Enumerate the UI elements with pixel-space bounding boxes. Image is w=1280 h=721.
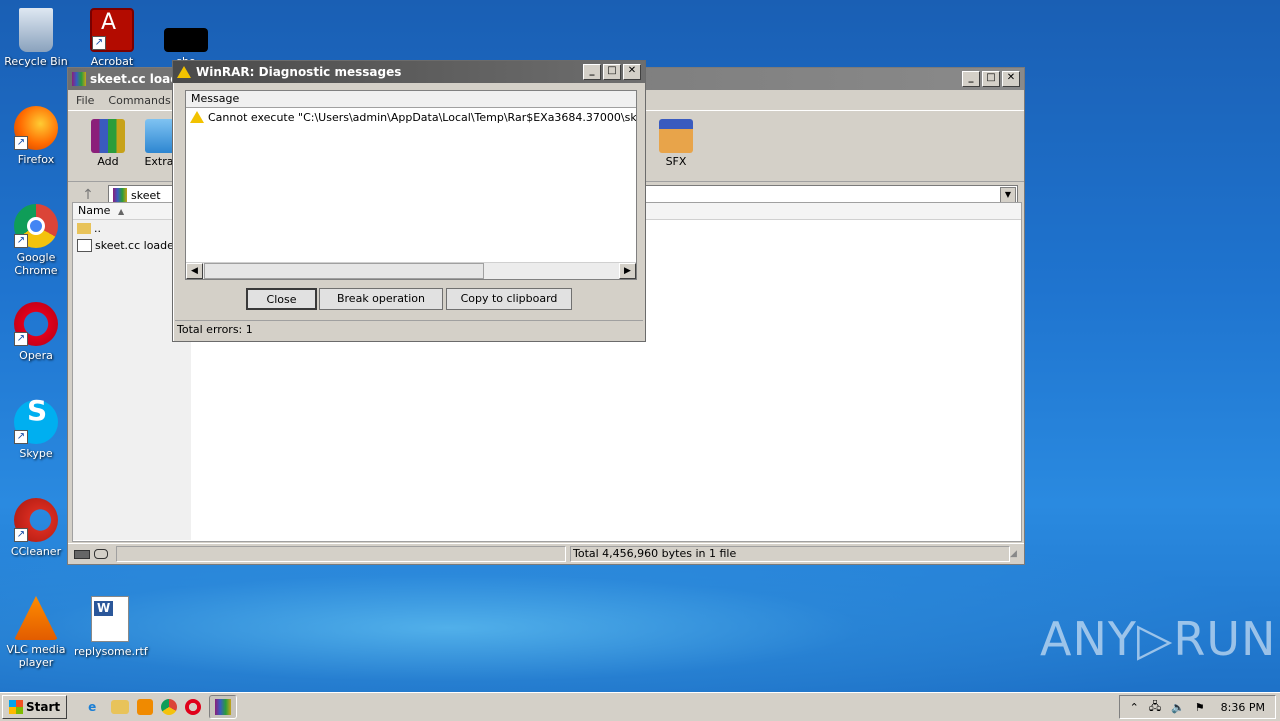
ccleaner-icon: ↗ [14, 498, 58, 542]
maximize-button[interactable]: □ [982, 71, 1000, 87]
tray-expand-icon[interactable]: ⌃ [1130, 701, 1139, 714]
dialog-status: Total errors: 1 [175, 320, 643, 339]
winrar-taskbar-icon[interactable] [209, 695, 238, 719]
tool-add-button[interactable]: Add [82, 119, 134, 168]
message-warning-icon [190, 111, 204, 123]
desktop-icon-opera[interactable]: ↗ Opera [0, 302, 72, 362]
diagnostic-dialog[interactable]: WinRAR: Diagnostic messages _ □ ✕ Messag… [172, 60, 646, 342]
chrome-taskbar-icon[interactable] [161, 699, 178, 715]
firefox-icon: ↗ [14, 106, 58, 150]
winrar-app-icon [72, 72, 86, 86]
minimize-button[interactable]: _ [962, 71, 980, 87]
resize-grip-icon[interactable]: ◢ [1010, 549, 1024, 559]
recycle-bin-icon [19, 8, 53, 52]
opera-icon: ↗ [14, 302, 58, 346]
desktop-icon-firefox[interactable]: ↗ Firefox [0, 106, 72, 166]
desktop-icon-replysome[interactable]: W replysome.rtf [74, 596, 148, 658]
close-window-button[interactable]: ✕ [1002, 71, 1020, 87]
dialog-minimize-button[interactable]: _ [583, 64, 601, 80]
close-button[interactable]: Close [246, 288, 317, 310]
dialog-maximize-button[interactable]: □ [603, 64, 621, 80]
address-dropdown-icon[interactable]: ▼ [1000, 187, 1016, 203]
key-icon [94, 549, 108, 559]
message-column-header[interactable]: Message [186, 91, 636, 108]
desktop-icon-vlc[interactable]: VLC media player [0, 596, 72, 669]
dialog-title: WinRAR: Diagnostic messages [196, 65, 402, 79]
acrobat-icon: A ↗ [90, 8, 134, 52]
scroll-thumb[interactable] [204, 263, 484, 279]
ie-taskbar-icon[interactable]: e [81, 696, 103, 718]
chrome-icon: ↗ [14, 204, 58, 248]
menu-commands[interactable]: Commands [108, 94, 170, 107]
word-document-icon: W [91, 596, 129, 642]
system-tray: ⌃ 🖧 🔈 ⚑ 8:36 PM [1118, 695, 1276, 719]
winrar-statusbar: Total 4,456,960 bytes in 1 file ◢ [68, 543, 1024, 564]
folder-up-icon [77, 223, 91, 234]
warning-icon [177, 66, 191, 78]
drive-icon [74, 549, 90, 559]
shortcut-icon [164, 28, 208, 52]
scroll-right-icon[interactable]: ▶ [619, 263, 636, 279]
message-list[interactable]: Message Cannot execute "C:\Users\admin\A… [185, 90, 637, 280]
clock[interactable]: 8:36 PM [1221, 701, 1265, 714]
action-center-flag-icon[interactable]: ⚑ [1195, 701, 1205, 714]
desktop-icon-ccleaner[interactable]: ↗ CCleaner [0, 498, 72, 558]
desktop-icon-acrobat[interactable]: A ↗ Acrobat [76, 8, 148, 68]
dialog-close-x-button[interactable]: ✕ [623, 64, 641, 80]
copy-to-clipboard-button[interactable]: Copy to clipboard [446, 288, 572, 310]
opera-taskbar-icon[interactable] [185, 699, 202, 715]
message-hscrollbar[interactable]: ◀ ▶ [186, 262, 636, 279]
volume-icon[interactable]: 🔈 [1171, 701, 1185, 714]
taskbar: Start e ⌃ 🖧 🔈 ⚑ 8:36 PM [0, 692, 1280, 721]
up-arrow-icon[interactable]: ↑ [74, 187, 102, 203]
network-icon[interactable]: 🖧 [1149, 698, 1161, 717]
desktop-icon-chrome[interactable]: ↗ Google Chrome [0, 204, 72, 277]
sort-arrow-icon: ▲ [117, 207, 125, 216]
winrar-taskbar-glyph [215, 699, 232, 715]
watermark-logo: ANY▷RUN [1040, 612, 1277, 666]
desktop-icon-skype[interactable]: S ↗ Skype [0, 397, 72, 460]
explorer-taskbar-icon[interactable] [111, 700, 130, 714]
vlc-icon [14, 596, 58, 640]
windows-logo-icon [9, 700, 23, 714]
tool-sfx-button[interactable]: SFX [650, 119, 702, 168]
add-archive-icon [91, 119, 125, 153]
break-operation-button[interactable]: Break operation [319, 288, 443, 310]
status-left-panel [116, 546, 566, 562]
scroll-left-icon[interactable]: ◀ [186, 263, 203, 279]
status-total: Total 4,456,960 bytes in 1 file [570, 546, 1010, 562]
desktop-icon-sho[interactable]: sho [150, 8, 222, 68]
archive-icon [113, 188, 127, 202]
skype-icon: S ↗ [14, 397, 58, 444]
desktop-icon-recycle-bin[interactable]: Recycle Bin [0, 8, 72, 68]
media-player-taskbar-icon[interactable] [137, 699, 154, 715]
dialog-titlebar[interactable]: WinRAR: Diagnostic messages _ □ ✕ [173, 61, 645, 83]
start-button[interactable]: Start [2, 695, 68, 719]
message-row[interactable]: Cannot execute "C:\Users\admin\AppData\L… [186, 108, 636, 126]
exe-file-icon [77, 239, 92, 252]
sfx-box-icon [659, 119, 693, 153]
menu-file[interactable]: File [76, 94, 94, 107]
